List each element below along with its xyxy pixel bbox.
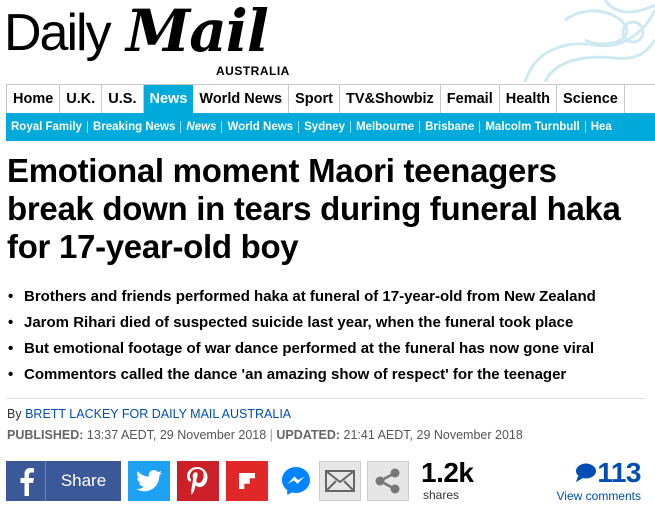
subnav-item-malcolm-turnbull[interactable]: Malcolm Turnbull bbox=[480, 121, 586, 133]
summary-bullet: • Jarom Rihari died of suspected suicide … bbox=[8, 310, 653, 336]
flipboard-share-button[interactable] bbox=[226, 461, 268, 501]
email-share-button[interactable] bbox=[319, 461, 361, 501]
comment-count: 113 bbox=[597, 457, 641, 488]
facebook-share-label: Share bbox=[60, 471, 107, 490]
nav-item-world-news[interactable]: World News bbox=[193, 85, 290, 113]
bullet-dot: • bbox=[8, 340, 14, 357]
nav-item-u-k[interactable]: U.K. bbox=[60, 85, 103, 113]
share-count: 1.2k shares bbox=[421, 457, 474, 501]
nav-item-news[interactable]: News bbox=[143, 85, 194, 113]
nav-item-u-s[interactable]: U.S. bbox=[102, 85, 144, 113]
logo-mail[interactable]: Mail bbox=[126, 0, 269, 64]
divider bbox=[6, 398, 646, 399]
view-comments-label: View comments bbox=[556, 489, 641, 503]
messenger-icon bbox=[282, 467, 310, 495]
comment-bubble-icon bbox=[576, 463, 597, 482]
nav-item-home[interactable]: Home bbox=[7, 85, 61, 113]
article-headline: Emotional moment Maori teenagers break d… bbox=[7, 152, 621, 265]
bullet-text: But emotional footage of war dance perfo… bbox=[24, 340, 595, 357]
updated-label: UPDATED: bbox=[276, 428, 341, 442]
email-icon bbox=[325, 470, 355, 492]
subnav-item-melbourne[interactable]: Melbourne bbox=[351, 121, 421, 133]
messenger-share-button[interactable] bbox=[275, 461, 317, 501]
nav-item-science[interactable]: Science bbox=[557, 85, 625, 113]
subnav-item-royal-family[interactable]: Royal Family bbox=[6, 121, 88, 133]
nav-item-femail[interactable]: Femail bbox=[441, 85, 500, 113]
author-link[interactable]: BRETT LACKEY FOR DAILY MAIL AUSTRALIA bbox=[25, 407, 291, 421]
primary-nav: Home U.K. U.S. News World News Sport TV&Showbi… bbox=[6, 84, 655, 113]
updated-date: 21:41 AEDT, 29 November 2018 bbox=[343, 428, 523, 442]
bullet-text: Jarom Rihari died of suspected suicide l… bbox=[24, 314, 574, 331]
comments-link[interactable]: 113 View comments bbox=[556, 457, 642, 503]
subnav-item-sydney[interactable]: Sydney bbox=[299, 121, 351, 133]
bullet-dot: • bbox=[8, 288, 14, 305]
share-icon bbox=[375, 468, 400, 494]
twitter-icon bbox=[136, 470, 162, 492]
decorative-pattern bbox=[523, 0, 655, 82]
summary-bullet: • Brothers and friends performed haka at … bbox=[8, 284, 653, 310]
byline: By BRETT LACKEY FOR DAILY MAIL AUSTRALIA bbox=[7, 407, 291, 421]
subnav-item-world-news[interactable]: World News bbox=[222, 121, 300, 133]
article-summary-bullets: • Brothers and friends performed haka at … bbox=[8, 284, 653, 388]
facebook-icon bbox=[6, 461, 46, 501]
published-date: 13:37 AEDT, 29 November 2018 bbox=[86, 428, 267, 442]
bullet-text: Brothers and friends performed haka at f… bbox=[24, 288, 596, 305]
summary-bullet: • Commentors called the dance 'an amazing… bbox=[8, 362, 653, 388]
nav-item-tv-showbiz[interactable]: TV&Showbiz bbox=[340, 85, 441, 113]
subnav-item-hea[interactable]: Hea bbox=[586, 121, 617, 133]
published-label: PUBLISHED: bbox=[7, 428, 84, 442]
masthead: Daily Mail AUSTRALIA bbox=[0, 0, 655, 82]
flipboard-icon bbox=[235, 469, 259, 493]
nav-item-health[interactable]: Health bbox=[500, 85, 558, 113]
byline-prefix: By bbox=[7, 407, 22, 421]
summary-bullet: • But emotional footage of war dance perf… bbox=[8, 336, 653, 362]
nav-item-sport[interactable]: Sport bbox=[289, 85, 340, 113]
secondary-nav: Royal Family Breaking News News World News S… bbox=[6, 113, 655, 141]
pinterest-share-button[interactable] bbox=[177, 461, 219, 501]
subnav-item-news[interactable]: News bbox=[181, 121, 223, 133]
share-bar: Share 1.2k shares 113 View comments bbox=[6, 457, 655, 503]
bullet-text: Commentors called the dance 'an amazing … bbox=[24, 366, 567, 383]
share-count-label: shares bbox=[423, 488, 460, 502]
logo-daily[interactable]: Daily bbox=[4, 4, 112, 62]
edition-label: AUSTRALIA bbox=[216, 64, 290, 78]
facebook-share-button[interactable]: Share bbox=[6, 461, 121, 501]
date-separator: | bbox=[269, 428, 273, 442]
share-count-value: 1.2k bbox=[421, 457, 474, 488]
bullet-dot: • bbox=[8, 366, 14, 383]
bullet-dot: • bbox=[8, 314, 14, 331]
pinterest-icon bbox=[187, 467, 208, 495]
more-share-button[interactable] bbox=[367, 461, 409, 501]
article-dates: PUBLISHED: 13:37 AEDT, 29 November 2018 … bbox=[7, 428, 523, 442]
subnav-item-breaking-news[interactable]: Breaking News bbox=[88, 121, 182, 133]
subnav-item-brisbane[interactable]: Brisbane bbox=[420, 121, 481, 133]
twitter-share-button[interactable] bbox=[128, 461, 170, 501]
